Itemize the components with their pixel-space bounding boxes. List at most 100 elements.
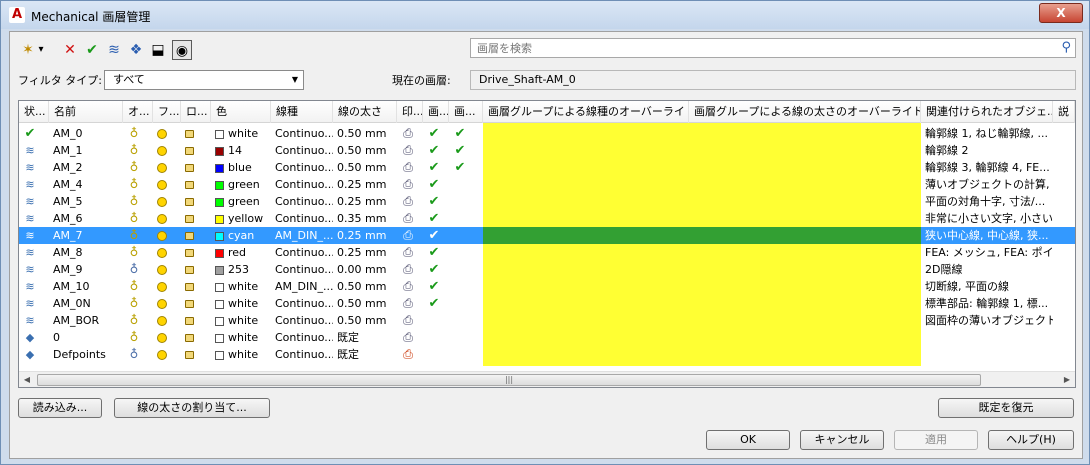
search-input[interactable]: [475, 39, 1045, 57]
associated-objects-cell[interactable]: 切断線, 平面の線: [921, 278, 1053, 295]
plot-toggle[interactable]: ⎙: [397, 329, 423, 346]
layer-name[interactable]: AM_5: [49, 193, 123, 210]
column-header[interactable]: 説: [1053, 101, 1075, 123]
layer-name[interactable]: AM_10: [49, 278, 123, 295]
layer-filter-icon[interactable]: ❖: [126, 40, 146, 60]
freeze-toggle[interactable]: [153, 244, 181, 261]
lineweight-cell[interactable]: 0.25 mm: [333, 227, 397, 244]
associated-objects-cell[interactable]: 非常に小さい文字, 小さい...: [921, 210, 1053, 227]
status-cell[interactable]: ≋: [19, 261, 49, 278]
filter-type-select[interactable]: すべて ▼: [104, 70, 304, 90]
lock-toggle[interactable]: [181, 312, 211, 329]
lock-toggle[interactable]: [181, 210, 211, 227]
ok-button[interactable]: OK: [706, 430, 790, 450]
status-cell[interactable]: ≋: [19, 278, 49, 295]
color-cell[interactable]: white: [211, 346, 271, 363]
layer-row[interactable]: ≋ AM_0N ♁ white Continuo... 0.50 mm ⎙ ✔ 標準部品: 輪郭…: [19, 295, 1075, 312]
linetype-cell[interactable]: Continuo...: [271, 125, 333, 142]
plot-toggle[interactable]: ⎙: [397, 278, 423, 295]
lock-toggle[interactable]: [181, 142, 211, 159]
associated-objects-cell[interactable]: 2D隠線: [921, 261, 1053, 278]
column-header[interactable]: 線種: [271, 101, 333, 123]
on-toggle[interactable]: ♁: [123, 312, 153, 329]
viewport-freeze-cell[interactable]: ✔: [423, 278, 449, 295]
freeze-toggle[interactable]: [153, 312, 181, 329]
on-toggle[interactable]: ♁: [123, 244, 153, 261]
close-button[interactable]: X: [1039, 3, 1083, 23]
freeze-toggle[interactable]: [153, 176, 181, 193]
linetype-cell[interactable]: AM_DIN_...: [271, 227, 333, 244]
layer-row[interactable]: ◆ Defpoints ♁ white Continuo... 既定 ⎙: [19, 346, 1075, 363]
freeze-toggle[interactable]: [153, 210, 181, 227]
linetype-cell[interactable]: Continuo...: [271, 176, 333, 193]
associated-objects-cell[interactable]: 図面枠の薄いオブジェクト...: [921, 312, 1053, 329]
new-vp-freeze-cell[interactable]: ✔: [449, 142, 483, 159]
layer-row[interactable]: ≋ AM_10 ♁ white AM_DIN_... 0.50 mm ⎙ ✔ 切断線, 平面の線: [19, 278, 1075, 295]
status-cell[interactable]: ≋: [19, 295, 49, 312]
viewport-freeze-cell[interactable]: ✔: [423, 210, 449, 227]
column-header[interactable]: 名前: [49, 101, 123, 123]
on-toggle[interactable]: ♁: [123, 159, 153, 176]
viewport-freeze-cell[interactable]: ✔: [423, 295, 449, 312]
cancel-button[interactable]: キャンセル: [800, 430, 884, 450]
color-cell[interactable]: red: [211, 244, 271, 261]
layer-name[interactable]: AM_0: [49, 125, 123, 142]
new-vp-freeze-cell[interactable]: [449, 210, 483, 227]
freeze-toggle[interactable]: [153, 295, 181, 312]
layer-row[interactable]: ≋ AM_8 ♁ red Continuo... 0.25 mm ⎙ ✔ FEA: メッシュ, …: [19, 244, 1075, 261]
column-header[interactable]: 画層グループによる線種のオーバーライド: [483, 101, 689, 123]
color-cell[interactable]: white: [211, 125, 271, 142]
status-cell[interactable]: ≋: [19, 312, 49, 329]
apply-button[interactable]: 適用: [894, 430, 978, 450]
linetype-cell[interactable]: Continuo...: [271, 142, 333, 159]
plot-toggle[interactable]: ⎙: [397, 346, 423, 363]
lineweight-cell[interactable]: 0.50 mm: [333, 278, 397, 295]
layer-name[interactable]: AM_4: [49, 176, 123, 193]
associated-objects-cell[interactable]: 薄いオブジェクトの計算, オ...: [921, 176, 1053, 193]
viewport-freeze-cell[interactable]: ✔: [423, 159, 449, 176]
freeze-toggle[interactable]: [153, 227, 181, 244]
new-vp-freeze-cell[interactable]: [449, 261, 483, 278]
layer-name[interactable]: AM_1: [49, 142, 123, 159]
new-vp-freeze-cell[interactable]: [449, 244, 483, 261]
status-cell[interactable]: ◆: [19, 346, 49, 363]
viewport-freeze-cell[interactable]: [423, 329, 449, 346]
plot-toggle[interactable]: ⎙: [397, 210, 423, 227]
restore-default-button[interactable]: 既定を復元: [938, 398, 1074, 418]
layer-row[interactable]: ≋ AM_9 ♁ 253 Continuo... 0.00 mm ⎙ ✔ 2D隠線: [19, 261, 1075, 278]
linetype-cell[interactable]: Continuo...: [271, 261, 333, 278]
freeze-toggle[interactable]: [153, 261, 181, 278]
lock-toggle[interactable]: [181, 278, 211, 295]
lock-toggle[interactable]: [181, 346, 211, 363]
on-toggle[interactable]: ♁: [123, 278, 153, 295]
lineweight-cell[interactable]: 0.50 mm: [333, 142, 397, 159]
viewport-freeze-cell[interactable]: ✔: [423, 125, 449, 142]
viewport-freeze-cell[interactable]: ✔: [423, 193, 449, 210]
column-header[interactable]: 印...: [397, 101, 423, 123]
status-cell[interactable]: ≋: [19, 244, 49, 261]
viewport-freeze-cell[interactable]: ✔: [423, 244, 449, 261]
plot-toggle[interactable]: ⎙: [397, 295, 423, 312]
column-header[interactable]: 画層グループによる線の太さのオーバーライド: [689, 101, 921, 123]
on-toggle[interactable]: ♁: [123, 193, 153, 210]
column-header[interactable]: 画...: [423, 101, 449, 123]
freeze-toggle[interactable]: [153, 159, 181, 176]
layer-name[interactable]: AM_9: [49, 261, 123, 278]
linetype-cell[interactable]: Continuo...: [271, 346, 333, 363]
column-header[interactable]: 関連付けられたオブジェ...: [921, 101, 1053, 123]
plot-toggle[interactable]: ⎙: [397, 244, 423, 261]
status-cell[interactable]: ◆: [19, 329, 49, 346]
on-toggle[interactable]: ♁: [123, 261, 153, 278]
new-vp-freeze-cell[interactable]: [449, 176, 483, 193]
dropdown-arrow-icon[interactable]: ▾: [36, 40, 46, 60]
layer-name[interactable]: 0: [49, 329, 123, 346]
lock-toggle[interactable]: [181, 244, 211, 261]
column-header[interactable]: オ...: [123, 101, 153, 123]
associated-objects-cell[interactable]: 狭い中心線, 中心線, 狭...: [921, 227, 1053, 244]
new-vp-freeze-cell[interactable]: [449, 193, 483, 210]
color-cell[interactable]: green: [211, 193, 271, 210]
viewport-freeze-cell[interactable]: [423, 312, 449, 329]
new-vp-freeze-cell[interactable]: [449, 295, 483, 312]
column-header[interactable]: 色: [211, 101, 271, 123]
status-cell[interactable]: ✔: [19, 125, 49, 142]
